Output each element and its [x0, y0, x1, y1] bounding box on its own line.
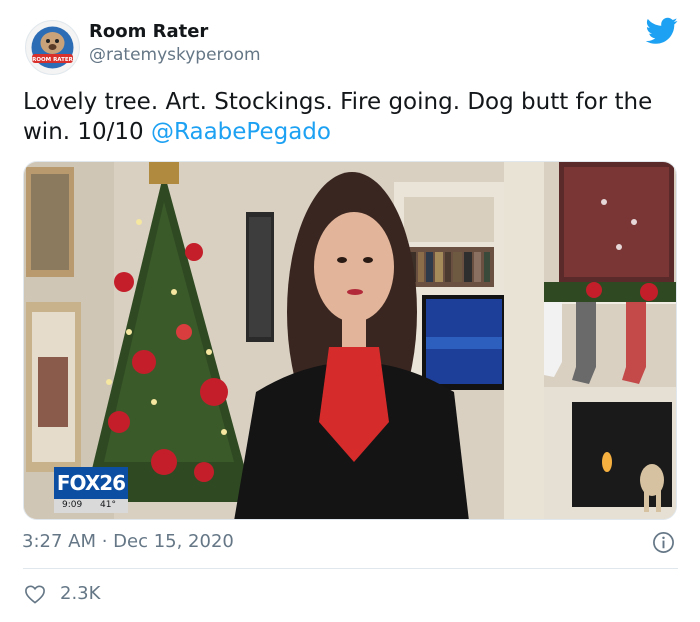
mention-link[interactable]: @RaabePegado: [151, 119, 331, 145]
tweet-timestamp[interactable]: 3:27 AM · Dec 15, 2020: [22, 531, 234, 552]
avatar-text: ROOM RATER: [32, 57, 74, 63]
avatar[interactable]: ROOM RATER: [25, 20, 80, 75]
station-temp: 41°: [100, 500, 116, 510]
info-icon[interactable]: [652, 531, 675, 554]
tweet-media[interactable]: FOX26 9:09 41°: [23, 161, 677, 520]
tweet-card: ROOM RATER Room Rater @ratemyskyperoom L…: [0, 0, 700, 622]
station-logo: FOX26: [56, 471, 126, 495]
tweet-body: Lovely tree. Art. Stockings. Fire going.…: [23, 89, 653, 145]
tweet-text: Lovely tree. Art. Stockings. Fire going.…: [23, 87, 673, 147]
media-photo: [24, 162, 676, 519]
divider: [23, 568, 678, 569]
author-name[interactable]: Room Rater: [89, 21, 208, 42]
heart-icon[interactable]: [24, 584, 46, 604]
twitter-bird-icon[interactable]: [646, 17, 678, 45]
avatar-image: ROOM RATER: [26, 21, 79, 74]
like-count[interactable]: 2.3K: [60, 583, 100, 604]
author-handle[interactable]: @ratemyskyperoom: [89, 45, 261, 65]
station-time: 9:09: [62, 500, 83, 510]
